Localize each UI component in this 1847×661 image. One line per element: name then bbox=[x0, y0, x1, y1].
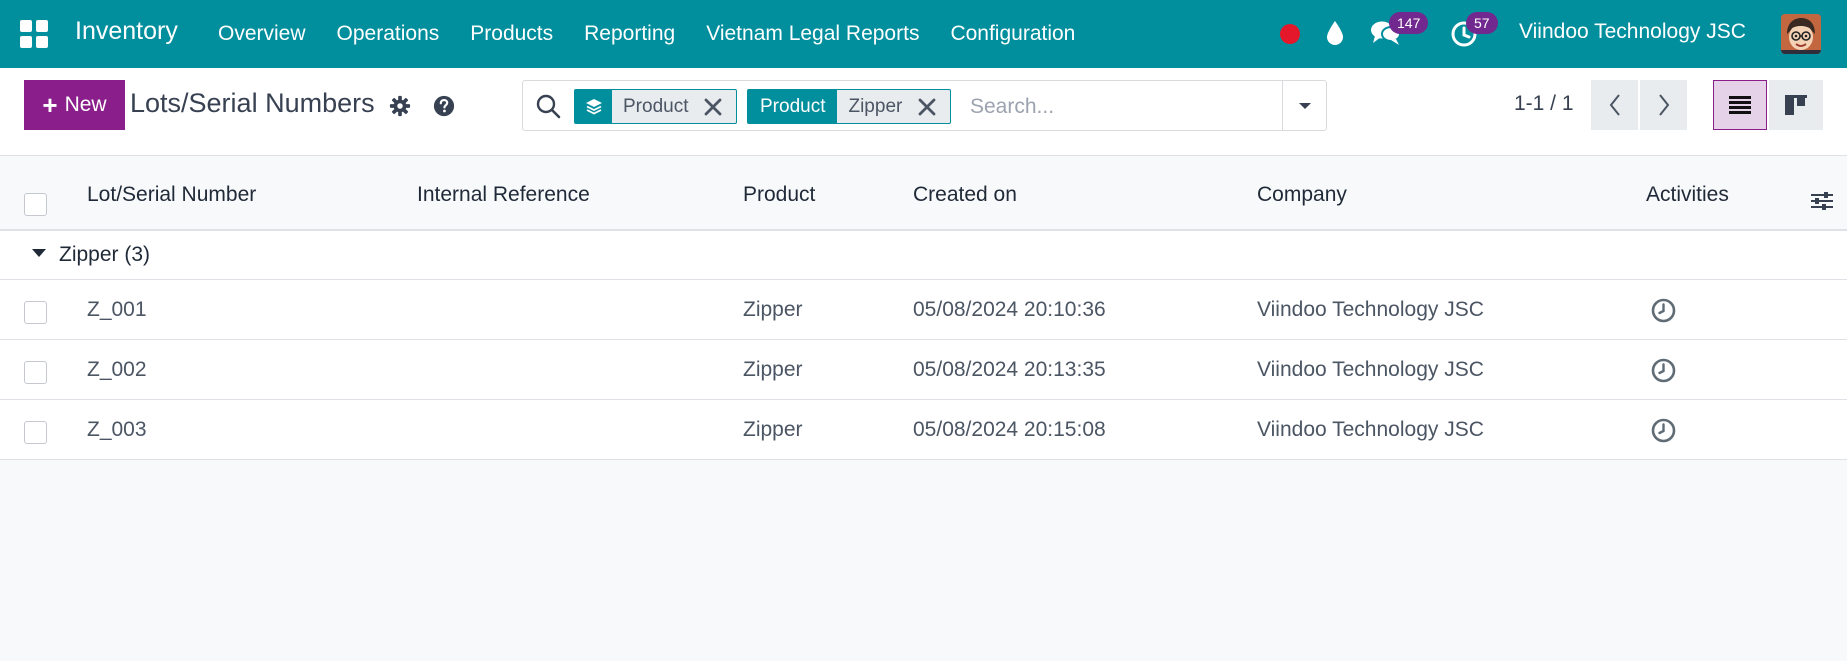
cell-company: Viindoo Technology JSC bbox=[1257, 418, 1484, 441]
list-view-button[interactable] bbox=[1713, 80, 1767, 130]
search-input[interactable] bbox=[970, 89, 1290, 124]
cell-created-on: 05/08/2024 20:10:36 bbox=[913, 298, 1106, 321]
chevron-right-icon bbox=[1658, 94, 1669, 116]
drop-icon[interactable] bbox=[1325, 20, 1345, 46]
kanban-view-icon bbox=[1785, 95, 1807, 115]
cell-lot: Z_001 bbox=[87, 298, 147, 321]
facet-filter-label: Product bbox=[748, 90, 838, 123]
column-header-created-on[interactable]: Created on bbox=[913, 183, 1017, 207]
column-header-company[interactable]: Company bbox=[1257, 183, 1347, 207]
column-header-product[interactable]: Product bbox=[743, 183, 815, 207]
kanban-view-button[interactable] bbox=[1769, 80, 1823, 130]
menu-item-reporting[interactable]: Reporting bbox=[584, 22, 675, 46]
search-facet-groupby-product: Product bbox=[574, 89, 738, 124]
group-row-zipper[interactable]: Zipper (3) bbox=[0, 231, 1847, 280]
optional-columns-icon[interactable] bbox=[1810, 190, 1834, 212]
plus-icon: + bbox=[42, 90, 58, 120]
facet-value: Product bbox=[623, 95, 689, 117]
activities-count-badge: 57 bbox=[1466, 12, 1498, 34]
cell-company: Viindoo Technology JSC bbox=[1257, 298, 1484, 321]
cell-lot: Z_003 bbox=[87, 418, 147, 441]
gear-icon[interactable] bbox=[389, 95, 411, 117]
user-avatar[interactable] bbox=[1781, 14, 1821, 54]
remove-facet-icon[interactable] bbox=[916, 96, 938, 118]
remove-facet-icon[interactable] bbox=[702, 96, 724, 118]
record-indicator-icon[interactable] bbox=[1280, 24, 1300, 44]
app-brand[interactable]: Inventory bbox=[75, 17, 178, 46]
row-checkbox[interactable] bbox=[24, 301, 47, 324]
page-title: Lots/Serial Numbers bbox=[130, 88, 375, 118]
chevron-left-icon bbox=[1609, 94, 1620, 116]
cell-company: Viindoo Technology JSC bbox=[1257, 358, 1484, 381]
menu-item-vietnam-legal-reports[interactable]: Vietnam Legal Reports bbox=[706, 22, 919, 46]
lots-list: Lot/Serial Number Internal Reference Pro… bbox=[0, 156, 1847, 460]
pager-previous-button[interactable] bbox=[1591, 80, 1638, 130]
new-button-label: New bbox=[64, 93, 107, 116]
user-avatar-icon bbox=[1781, 14, 1821, 54]
list-view-icon bbox=[1729, 96, 1751, 114]
column-header-lot[interactable]: Lot/Serial Number bbox=[87, 183, 256, 207]
row-checkbox[interactable] bbox=[24, 421, 47, 444]
new-button[interactable]: + New bbox=[24, 80, 125, 130]
facet-value: Zipper bbox=[848, 95, 903, 117]
cell-product: Zipper bbox=[743, 298, 803, 321]
messages-count-badge: 147 bbox=[1389, 12, 1429, 34]
menu-item-operations[interactable]: Operations bbox=[337, 22, 440, 46]
group-label: Zipper (3) bbox=[59, 243, 151, 266]
cell-product: Zipper bbox=[743, 358, 803, 381]
clock-icon[interactable] bbox=[1651, 358, 1676, 383]
table-header: Lot/Serial Number Internal Reference Pro… bbox=[0, 156, 1847, 231]
top-navbar: Inventory Overview Operations Products R… bbox=[0, 0, 1847, 68]
facet-groupby-label bbox=[575, 90, 612, 123]
caret-down-icon bbox=[32, 249, 46, 257]
search-options-toggle[interactable] bbox=[1282, 81, 1326, 130]
clock-icon[interactable] bbox=[1651, 418, 1676, 443]
table-row[interactable]: Z_003 Zipper 05/08/2024 20:15:08 Viindoo… bbox=[0, 400, 1847, 460]
cell-created-on: 05/08/2024 20:15:08 bbox=[913, 418, 1106, 441]
apps-menu-icon[interactable] bbox=[20, 20, 48, 48]
menu-item-overview[interactable]: Overview bbox=[218, 22, 306, 46]
pager-next-button[interactable] bbox=[1640, 80, 1687, 130]
caret-down-icon bbox=[1298, 102, 1311, 109]
company-switcher[interactable]: Viindoo Technology JSC bbox=[1519, 20, 1746, 44]
menu-item-configuration[interactable]: Configuration bbox=[950, 22, 1075, 46]
table-row[interactable]: Z_002 Zipper 05/08/2024 20:13:35 Viindoo… bbox=[0, 340, 1847, 400]
help-icon[interactable] bbox=[433, 95, 455, 117]
column-header-internal-reference[interactable]: Internal Reference bbox=[417, 183, 590, 207]
table-row[interactable]: Z_001 Zipper 05/08/2024 20:10:36 Viindoo… bbox=[0, 280, 1847, 340]
select-all-checkbox[interactable] bbox=[24, 193, 47, 216]
search-bar: Product Product Zipper bbox=[522, 80, 1327, 131]
cell-lot: Z_002 bbox=[87, 358, 147, 381]
row-checkbox[interactable] bbox=[24, 361, 47, 384]
column-header-activities[interactable]: Activities bbox=[1646, 183, 1729, 207]
control-panel: + New Lots/Serial Numbers Product Produc… bbox=[0, 68, 1847, 156]
cell-created-on: 05/08/2024 20:13:35 bbox=[913, 358, 1106, 381]
clock-icon[interactable] bbox=[1651, 298, 1676, 323]
pager-value[interactable]: 1-1 / 1 bbox=[1514, 92, 1574, 116]
search-icon[interactable] bbox=[535, 93, 561, 119]
layers-icon bbox=[585, 98, 602, 115]
menu-item-products[interactable]: Products bbox=[470, 22, 553, 46]
cell-product: Zipper bbox=[743, 418, 803, 441]
main-menu: Overview Operations Products Reporting V… bbox=[218, 0, 1106, 68]
search-facet-product-filter: Product Zipper bbox=[747, 89, 952, 124]
